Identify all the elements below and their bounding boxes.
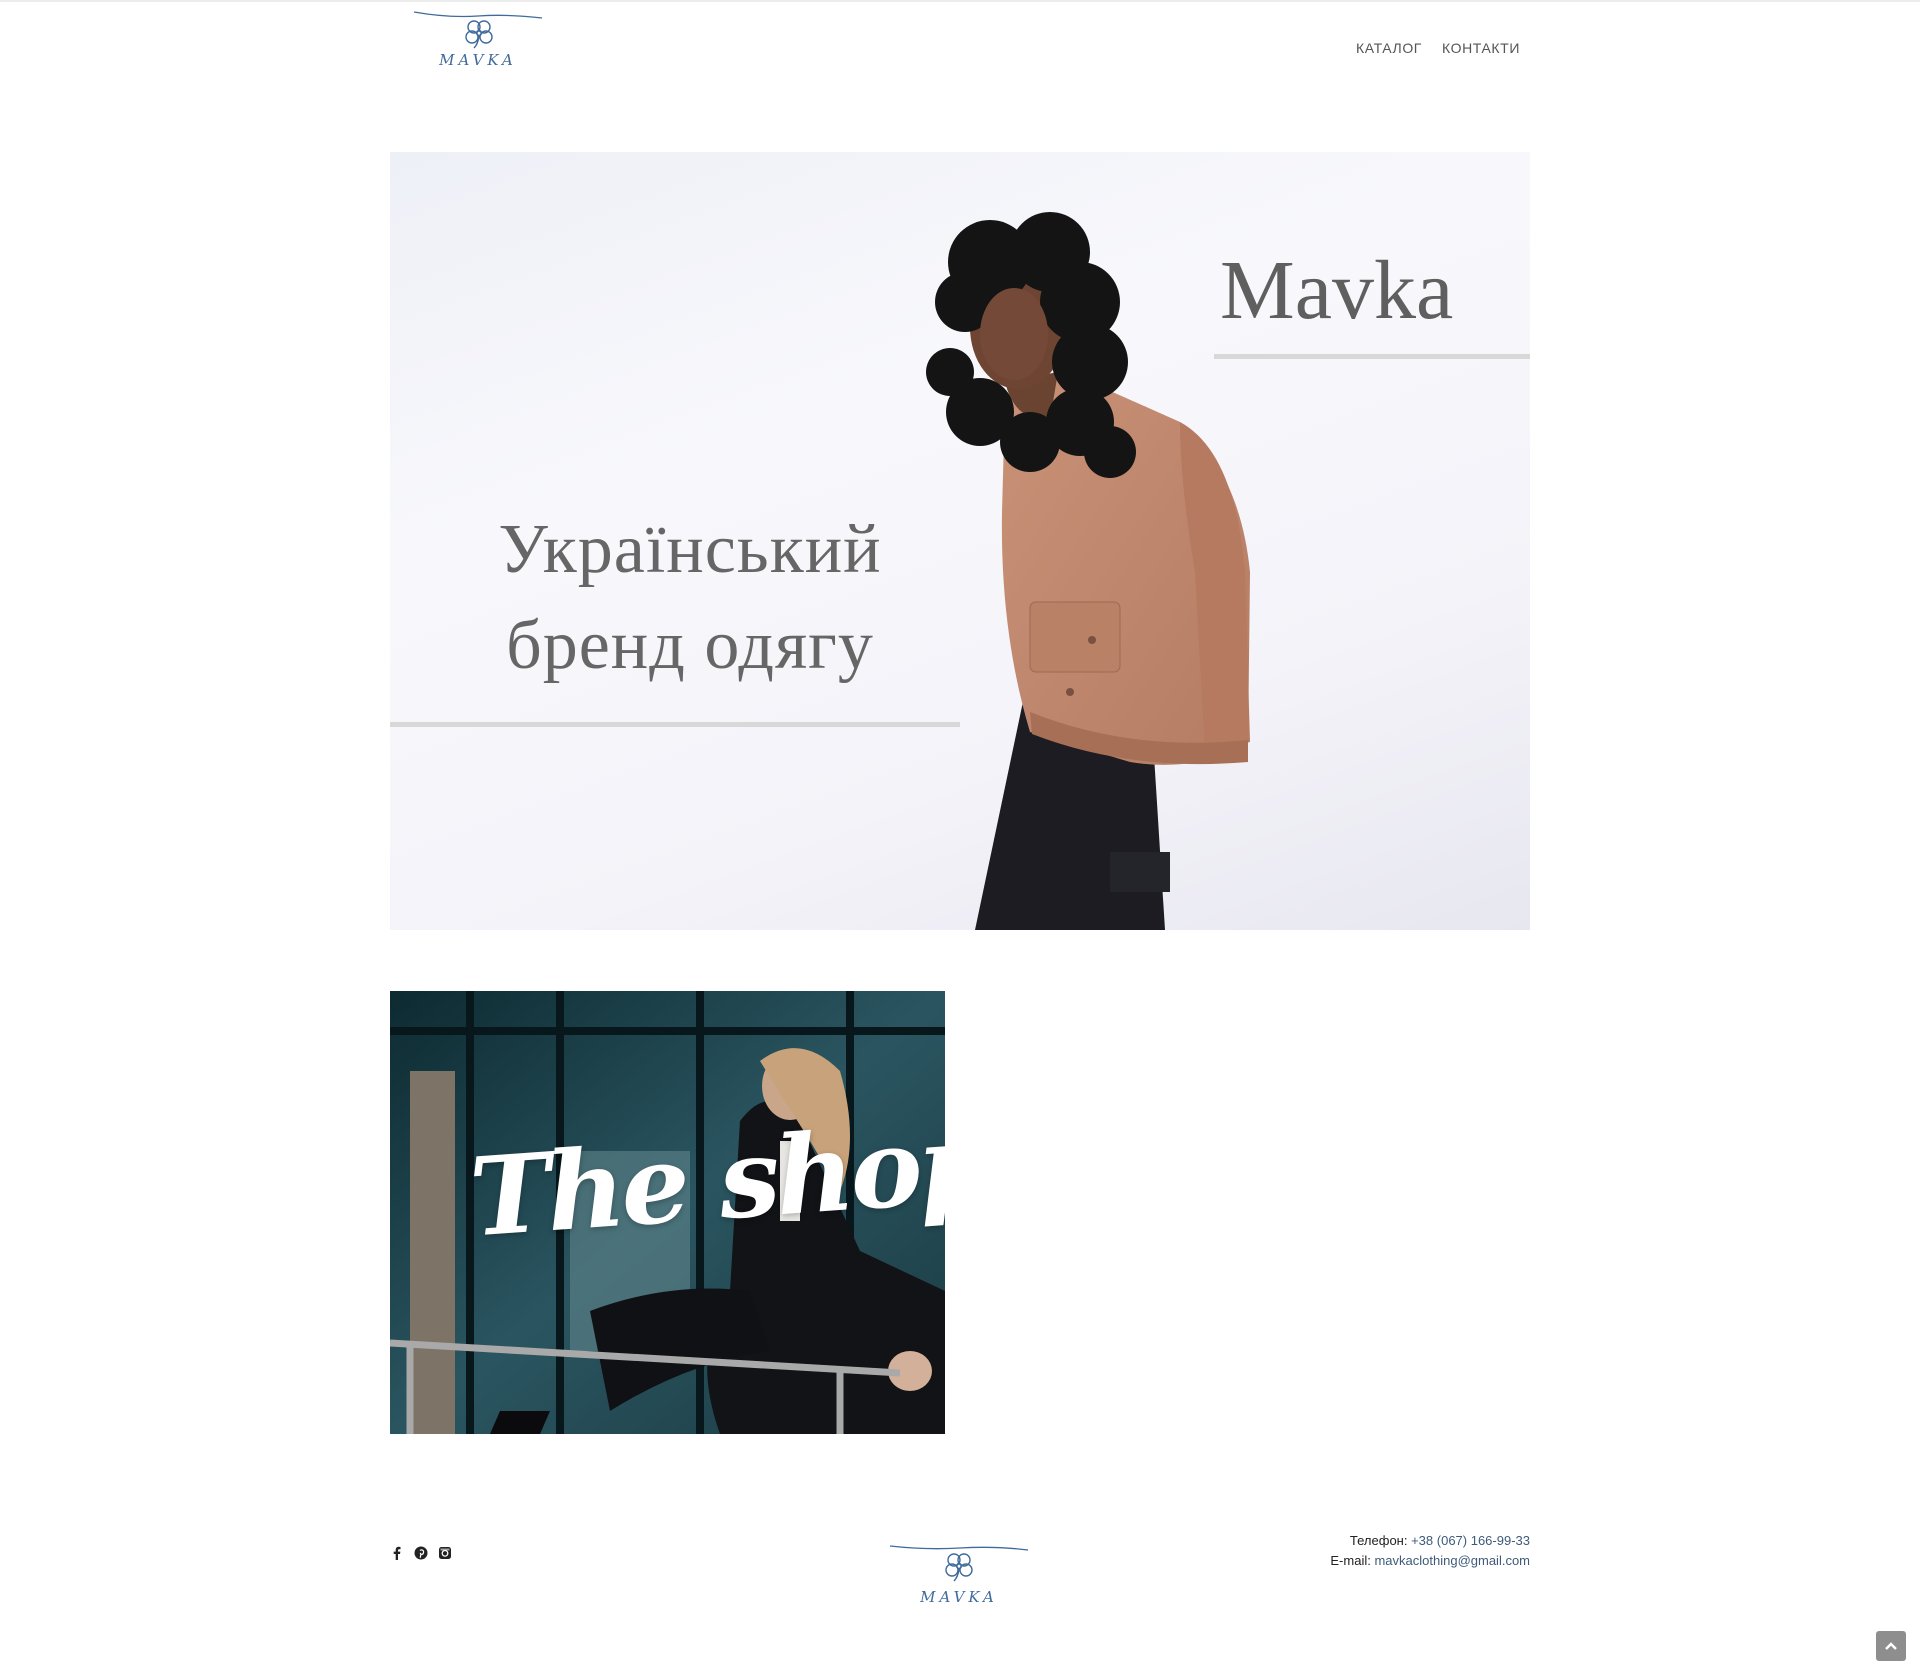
phone-label: Телефон: [1349, 1533, 1408, 1548]
top-border [0, 0, 1920, 2]
scroll-to-top-button[interactable] [1876, 1631, 1906, 1661]
hero-tagline-line-1: Український [498, 511, 882, 588]
nav-item-contacts[interactable]: КОНТАКТИ [1442, 40, 1520, 56]
svg-text:MAVKA: MAVKA [438, 51, 517, 69]
shop-tile[interactable]: The shop [390, 991, 945, 1434]
hero-brand-title: Mavka [1220, 244, 1454, 337]
pinterest-icon[interactable] [414, 1546, 428, 1560]
svg-text:MAVKA: MAVKA [919, 1588, 998, 1606]
email-label: E-mail: [1330, 1553, 1371, 1568]
mavka-logo-icon: MAVKA [413, 11, 543, 69]
main-nav: КАТАЛОГ КОНТАКТИ [1356, 40, 1520, 56]
phone-link[interactable]: +38 (067) 166-99-33 [1411, 1533, 1530, 1548]
nav-item-catalog[interactable]: КАТАЛОГ [1356, 40, 1422, 56]
email-row: E-mail: mavkaclothing@gmail.com [1330, 1551, 1530, 1571]
instagram-icon[interactable] [438, 1546, 452, 1560]
hero-banner[interactable]: Mavka Український бренд одягу [390, 152, 1530, 930]
email-link[interactable]: mavkaclothing@gmail.com [1374, 1553, 1530, 1568]
hero-divider-left [390, 722, 960, 727]
brand-logo[interactable]: MAVKA [408, 6, 548, 74]
hero-divider-right [1214, 354, 1530, 359]
hero-tagline-line-2: бренд одягу [506, 607, 874, 684]
mavka-logo-icon: MAVKA [889, 1545, 1029, 1606]
facebook-icon[interactable] [390, 1546, 404, 1560]
hero-tagline: Український бренд одягу [430, 502, 950, 694]
social-links [390, 1546, 452, 1560]
footer-contacts: Телефон: +38 (067) 166-99-33 E-mail: mav… [1330, 1531, 1530, 1571]
footer-logo[interactable]: MAVKA [886, 1540, 1032, 1610]
phone-row: Телефон: +38 (067) 166-99-33 [1330, 1531, 1530, 1551]
chevron-up-icon [1885, 1642, 1897, 1650]
